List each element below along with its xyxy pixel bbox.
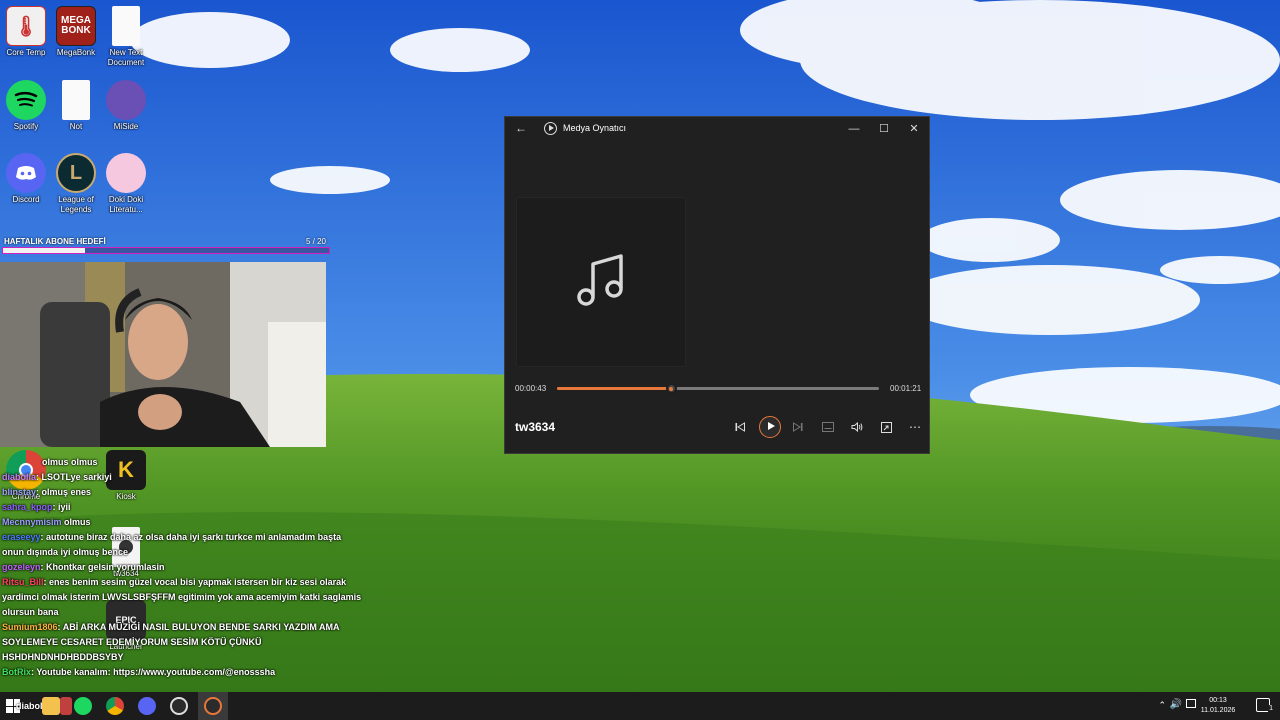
chat-message: gozeleyn: Khontkar gelsin yorumlasin [2, 562, 165, 572]
seek-thumb[interactable] [665, 383, 677, 394]
text-file-icon [112, 6, 140, 46]
volume-button[interactable] [847, 417, 867, 437]
chrome-taskbar-icon[interactable] [106, 697, 124, 715]
megabonk-icon: MEGA BONK [56, 6, 96, 46]
spotify-taskbar-icon[interactable] [74, 697, 92, 715]
media-player-app-icon [544, 122, 557, 135]
obs-taskbar-icon[interactable] [170, 697, 188, 715]
play-button[interactable] [759, 416, 781, 438]
music-note-icon [577, 254, 623, 306]
more-options-button[interactable]: ⋯ [905, 417, 925, 437]
song-title: tw3634 [515, 420, 556, 434]
desktop-icon-league-of-legends[interactable]: L League of Legends [50, 153, 102, 215]
desktop-icon-not[interactable]: Not [50, 80, 102, 132]
media-player-window[interactable]: ← Medya Oynatıcı — ☐ ✕ 00:00:43 00:01:21… [504, 116, 930, 454]
discord-taskbar-icon[interactable] [138, 697, 156, 715]
mini-player-button[interactable] [876, 417, 896, 437]
miside-icon [106, 80, 146, 120]
tray-chevron-icon[interactable]: ⌃ [1158, 700, 1166, 711]
chat-message: eraseeyy: autotune biraz daha az olsa da… [2, 532, 342, 557]
sub-goal-widget: HAFTALIK ABONE HEDEFİ 5 / 20 [0, 234, 330, 260]
media-player-taskbar-icon[interactable] [204, 697, 222, 715]
back-arrow-icon[interactable]: ← [515, 121, 527, 135]
volume-icon [851, 422, 863, 432]
next-icon [793, 422, 803, 432]
taskbar: diabolia ⌃ 🔊 00:13 11.01.2026 1 [0, 692, 1280, 720]
album-art [516, 197, 686, 367]
chat-message: diabolia: LSOTLye sarkiyi [2, 472, 112, 482]
subtitles-button[interactable] [818, 417, 838, 437]
store-icon[interactable] [60, 697, 72, 715]
sub-goal-title: HAFTALIK ABONE HEDEFİ [4, 237, 106, 246]
spotify-icon [6, 80, 46, 120]
maximize-button[interactable]: ☐ [873, 120, 895, 138]
next-track-button[interactable] [788, 417, 808, 437]
chat-message: BotRix: Youtube kanalım: https://www.you… [2, 667, 276, 677]
previous-track-button[interactable] [730, 417, 750, 437]
chat-message: olmus olmus [42, 457, 98, 467]
close-button[interactable]: ✕ [903, 120, 925, 138]
desktop-icon-new-text-document[interactable]: New Text Document [100, 6, 152, 68]
league-of-legends-icon: L [56, 153, 96, 193]
window-title: Medya Oynatıcı [563, 123, 627, 133]
text-file-icon [62, 80, 90, 120]
notification-badge: 1 [1268, 705, 1274, 712]
desktop-icon-doki-doki[interactable]: Doki Doki Literatu... [100, 153, 152, 215]
chat-message: sahra_kpop: iyii [2, 502, 71, 512]
discord-icon [6, 153, 46, 193]
sub-goal-bar [2, 247, 330, 254]
clock-date: 11.01.2026 [1200, 707, 1236, 714]
clock[interactable]: 00:13 11.01.2026 [1194, 696, 1242, 716]
core-temp-icon: 🌡 [6, 6, 46, 46]
mini-player-icon [880, 421, 892, 433]
current-time: 00:00:43 [515, 384, 547, 393]
desktop-icon-spotify[interactable]: Spotify [0, 80, 52, 132]
total-time: 00:01:21 [890, 384, 922, 393]
doki-doki-icon [106, 153, 146, 193]
seek-bar[interactable] [557, 383, 879, 394]
webcam-feed [0, 262, 326, 447]
stream-chat: olmus olmus diabolia: LSOTLye sarkiyi bl… [2, 455, 362, 680]
desktop-icon-core-temp[interactable]: 🌡 Core Temp [0, 6, 52, 58]
volume-tray-icon[interactable]: 🔊 [1170, 699, 1182, 710]
sub-goal-count: 5 / 20 [305, 237, 326, 246]
subtitles-icon [822, 422, 834, 432]
sub-goal-fill [3, 248, 85, 253]
chat-message: blinstay: olmuş enes [2, 487, 92, 497]
file-explorer-icon[interactable] [42, 697, 60, 715]
desktop-icon-discord[interactable]: Discord [0, 153, 52, 205]
title-bar[interactable]: ← Medya Oynatıcı — ☐ ✕ [505, 117, 929, 141]
chat-message: Mecnnymisim olmus [2, 517, 91, 527]
desktop-icon-miside[interactable]: MiSide [100, 80, 152, 132]
desktop-icon-megabonk[interactable]: MEGA BONK MegaBonk [50, 6, 102, 58]
seek-progress [557, 387, 671, 390]
minimize-button[interactable]: — [843, 120, 865, 138]
clock-time: 00:13 [1209, 697, 1227, 704]
chat-message: Ritsu_Bill: enes benim sesim güzel vocal… [2, 577, 362, 617]
previous-icon [735, 422, 745, 432]
chat-message: Sumium1806: ABİ ARKA MÜZİĞİ NASIL BULUYO… [2, 622, 340, 662]
